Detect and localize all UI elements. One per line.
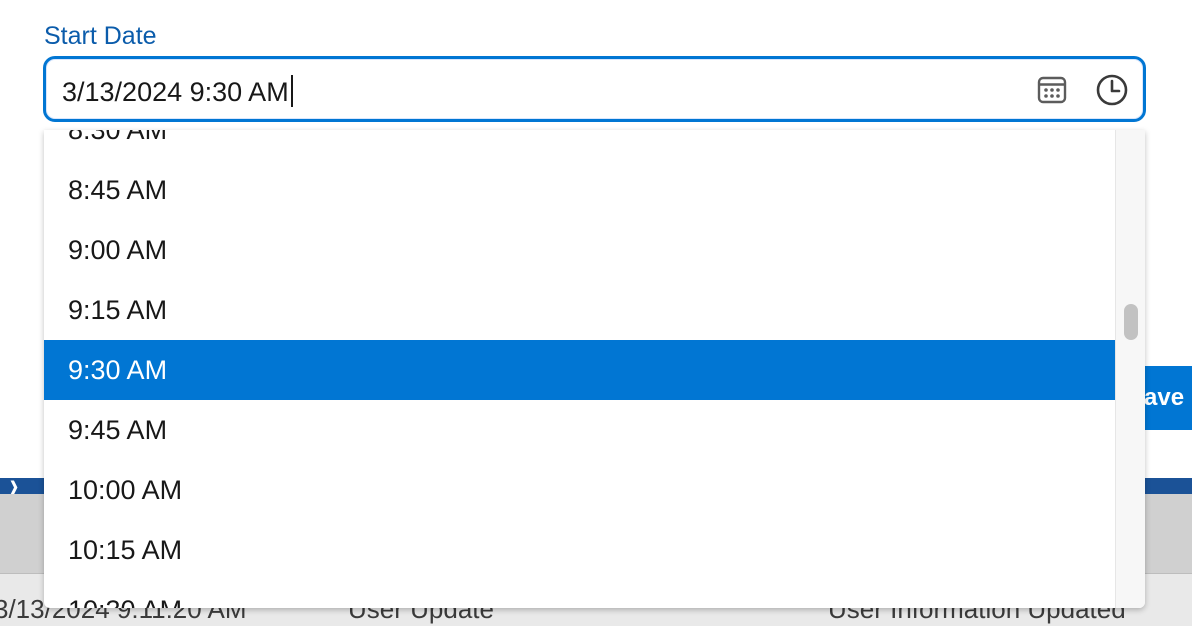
time-option[interactable]: 9:45 AM xyxy=(44,400,1115,460)
clock-icon[interactable] xyxy=(1094,72,1130,108)
time-dropdown[interactable]: 8:30 AM 8:45 AM 9:00 AM 9:15 AM 9:30 AM 9:45 … xyxy=(44,130,1145,608)
time-option[interactable]: 9:15 AM xyxy=(44,280,1115,340)
time-option-list[interactable]: 8:30 AM 8:45 AM 9:00 AM 9:15 AM 9:30 AM 9:45 … xyxy=(44,130,1115,608)
time-option[interactable]: 10:30 AM xyxy=(44,580,1115,608)
time-option[interactable]: 9:00 AM xyxy=(44,220,1115,280)
time-option[interactable]: 9:30 AM xyxy=(44,340,1115,400)
text-caret xyxy=(290,75,293,107)
nav-icon: ❱ xyxy=(8,478,20,494)
dropdown-scrollbar[interactable] xyxy=(1115,130,1145,608)
start-date-input[interactable]: 3/13/2024 9:30 AM xyxy=(43,56,1146,122)
start-date-label: Start Date xyxy=(44,22,157,50)
scrollbar-thumb[interactable] xyxy=(1124,304,1138,340)
time-option[interactable]: 8:45 AM xyxy=(44,160,1115,220)
screen: Save ❱ 3/13/2024 9:11:20 AM User Update … xyxy=(0,0,1192,626)
start-date-value[interactable]: 3/13/2024 9:30 AM xyxy=(62,75,293,108)
time-option[interactable]: 8:30 AM xyxy=(44,130,1115,160)
time-option[interactable]: 10:15 AM xyxy=(44,520,1115,580)
time-option[interactable]: 10:00 AM xyxy=(44,460,1115,520)
start-date-value-text: 3/13/2024 9:30 AM xyxy=(62,77,289,107)
calendar-icon[interactable] xyxy=(1034,72,1070,108)
